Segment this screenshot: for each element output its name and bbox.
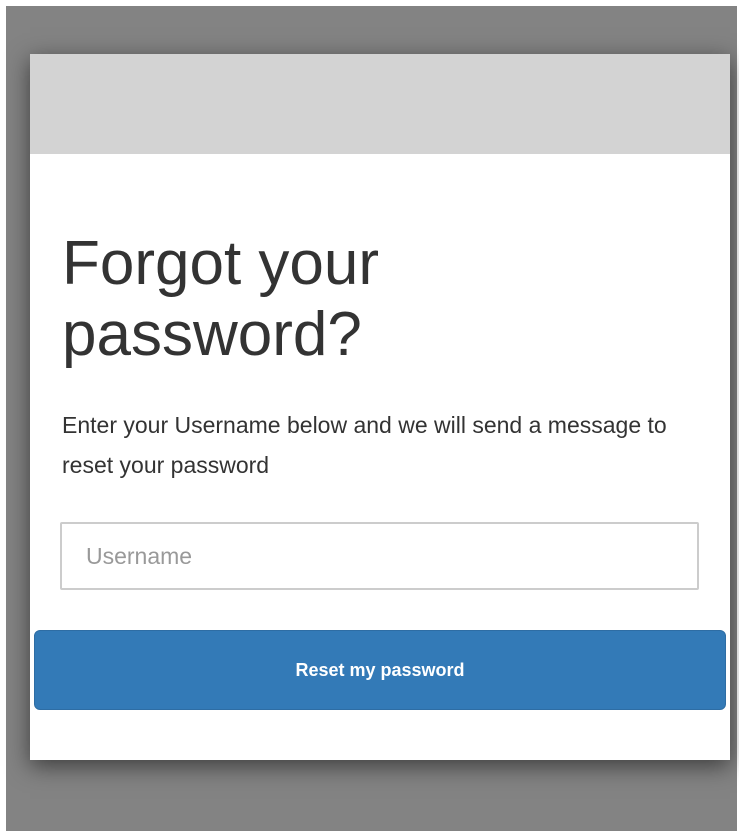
modal-banner — [30, 54, 730, 154]
page-title-line-2: password? — [62, 300, 362, 369]
reset-password-button[interactable]: Reset my password — [34, 630, 726, 710]
screen-edge-top — [0, 0, 739, 6]
instructions-text: Enter your Username below and we will se… — [62, 412, 667, 478]
page-title-line-1: Forgot your — [62, 229, 380, 298]
screen-edge-left — [0, 0, 6, 831]
forgot-password-modal: Forgot your password? Enter your Usernam… — [30, 54, 730, 760]
page-title: Forgot your password? — [62, 228, 702, 370]
username-input[interactable] — [60, 522, 699, 590]
